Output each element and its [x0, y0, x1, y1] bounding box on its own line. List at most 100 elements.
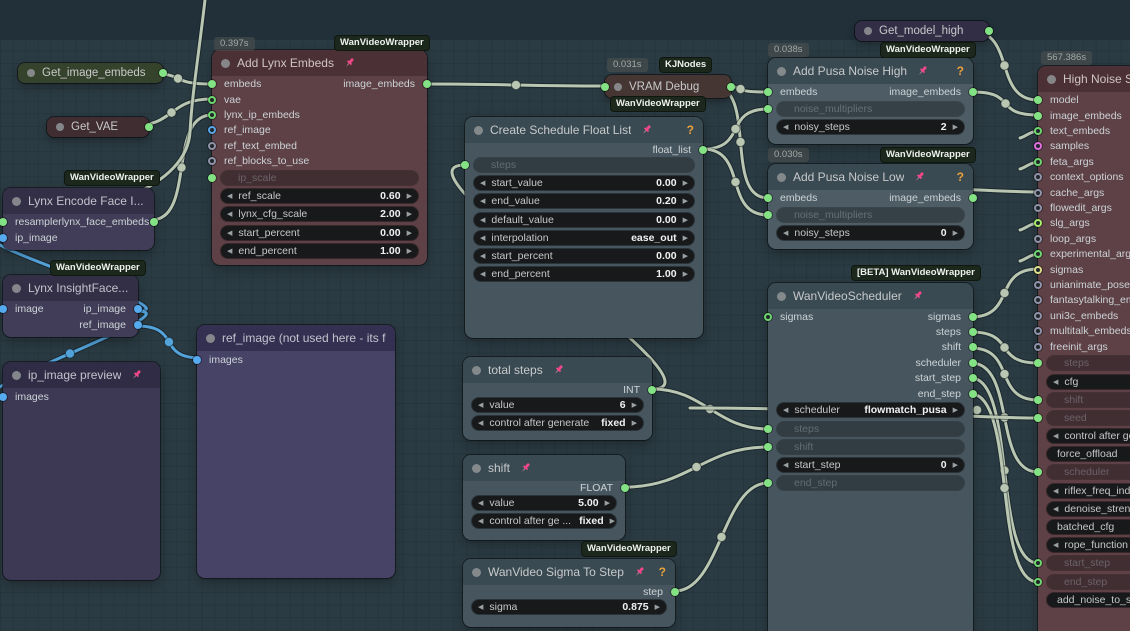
decrement-arrow-icon[interactable]: ◀ — [221, 210, 238, 218]
widget-end_step[interactable]: end_step — [777, 476, 964, 491]
output-port-start_step[interactable] — [969, 374, 977, 383]
link-midpoint-dot[interactable] — [999, 368, 1010, 380]
collapse-dot[interactable] — [777, 66, 786, 76]
node-header[interactable]: High Noise Sampler — [1038, 66, 1130, 92]
output-port-sigmas[interactable] — [969, 312, 977, 321]
collapse-dot[interactable] — [12, 283, 21, 293]
get-vae[interactable]: Get_VAE — [47, 117, 153, 137]
collapse-dot[interactable] — [1047, 74, 1056, 84]
collapse-dot[interactable] — [206, 333, 215, 343]
widget-seed[interactable]: seed — [1047, 410, 1130, 425]
widget-ip_scale[interactable]: ip_scale — [221, 171, 418, 186]
decrement-arrow-icon[interactable]: ◀ — [472, 499, 489, 507]
input-port-sigmas[interactable] — [764, 312, 772, 321]
collapse-dot[interactable] — [12, 370, 21, 380]
output-port[interactable] — [985, 27, 993, 35]
input-port-vae[interactable] — [208, 95, 216, 104]
widget-scheduler[interactable]: ◀ scheduler flowmatch_pusa ▶ — [777, 403, 964, 418]
input-port-shift[interactable] — [764, 442, 772, 451]
node-header[interactable]: total steps — [463, 357, 652, 383]
help-icon[interactable]: ? — [653, 565, 666, 579]
vram-debug[interactable]: VRAM Debug — [601, 75, 735, 98]
increment-arrow-icon[interactable]: ▶ — [626, 401, 643, 409]
decrement-arrow-icon[interactable]: ◀ — [1047, 541, 1064, 549]
decrement-arrow-icon[interactable]: ◀ — [221, 192, 238, 200]
link-midpoint-dot[interactable] — [716, 531, 727, 543]
link-midpoint-dot[interactable] — [735, 83, 746, 95]
widget-noise_multipliers[interactable]: noise_multipliers — [777, 208, 964, 223]
input-port-embeds[interactable] — [764, 88, 772, 96]
increment-arrow-icon[interactable]: ▶ — [677, 179, 694, 187]
input-port-end_step[interactable] — [1034, 577, 1042, 586]
input-port-feta_args[interactable] — [1034, 157, 1042, 166]
collapse-dot[interactable] — [614, 82, 622, 91]
high-noise-sampler[interactable]: High Noise Sampler model image_embeds text_… — [1034, 66, 1130, 631]
link-midpoint-dot[interactable] — [166, 107, 177, 118]
input-port-ip_scale[interactable] — [208, 174, 216, 183]
input-port-fantasytalking_embeds[interactable] — [1034, 296, 1042, 305]
wanvideo-sigma-to-step[interactable]: WanVideo Sigma To Step? step ◀ sigma 0.875 ▶ — [463, 559, 679, 627]
decrement-arrow-icon[interactable]: ◀ — [472, 517, 489, 525]
widget-value[interactable]: ◀ value 5.00 ▶ — [472, 496, 616, 511]
decrement-arrow-icon[interactable]: ◀ — [474, 234, 491, 242]
widget-start_step[interactable]: start_step — [1047, 556, 1130, 571]
input-port-embeds[interactable] — [764, 194, 772, 202]
help-icon[interactable]: ? — [951, 64, 964, 78]
input-port-scheduler[interactable] — [1034, 468, 1042, 477]
input-port-steps[interactable] — [461, 161, 469, 170]
increment-arrow-icon[interactable]: ▶ — [401, 192, 418, 200]
link-midpoint-dot[interactable] — [730, 176, 741, 188]
decrement-arrow-icon[interactable]: ◀ — [474, 216, 491, 224]
lynx-insightface[interactable]: Lynx InsightFace... image ip_image ref_imag… — [0, 275, 142, 337]
help-icon[interactable]: ? — [681, 123, 694, 137]
widget-ref_scale[interactable]: ◀ ref_scale 0.60 ▶ — [221, 189, 418, 204]
output-port-steps[interactable] — [969, 328, 977, 337]
input-port-image_embeds[interactable] — [1034, 111, 1042, 120]
input-port-lynx_ip_embeds[interactable] — [208, 111, 216, 120]
output-port-image_embeds[interactable] — [969, 88, 977, 96]
input-port-steps[interactable] — [1034, 359, 1042, 368]
collapse-dot[interactable] — [864, 27, 872, 35]
increment-arrow-icon[interactable]: ▶ — [947, 461, 964, 469]
increment-arrow-icon[interactable]: ▶ — [401, 229, 418, 237]
input-port-freeinit_args[interactable] — [1034, 342, 1042, 351]
input-port-seed[interactable] — [1034, 413, 1042, 422]
output-port-ip_image[interactable] — [134, 305, 142, 313]
input-port-text_embeds[interactable] — [1034, 127, 1042, 136]
widget-noise_multipliers[interactable]: noise_multipliers — [777, 102, 964, 117]
add-lynx-embeds[interactable]: Add Lynx Embeds embeds image_embeds vae lynx… — [208, 50, 431, 265]
increment-arrow-icon[interactable]: ▶ — [677, 234, 694, 242]
shift-node[interactable]: shift FLOAT ◀ value 5.00 ▶ ◀ control after ge .… — [463, 455, 629, 540]
input-port-experimental_args[interactable] — [1034, 250, 1042, 259]
input-port-steps[interactable] — [764, 424, 772, 433]
node-header[interactable]: WanVideoScheduler — [768, 283, 973, 309]
input-port-flowedit_args[interactable] — [1034, 204, 1042, 213]
node-header[interactable]: Lynx Encode Face I... — [3, 188, 154, 214]
ref-image-note[interactable]: ref_image (not used here - its for T2V).… — [193, 325, 395, 578]
widget-steps[interactable]: steps — [1047, 356, 1130, 371]
link-midpoint-dot[interactable] — [730, 123, 741, 135]
link-midpoint-dot[interactable] — [735, 136, 746, 148]
input-port-context_options[interactable] — [1034, 173, 1042, 182]
output-port-float_list[interactable] — [699, 145, 707, 154]
link-midpoint-dot[interactable] — [999, 342, 1010, 353]
input-port-sigmas[interactable] — [1034, 265, 1042, 274]
increment-arrow-icon[interactable]: ▶ — [401, 247, 418, 255]
widget-start_step[interactable]: ◀ start_step 0 ▶ — [777, 458, 964, 472]
collapse-dot[interactable] — [27, 69, 35, 77]
widget-control after ge ...[interactable]: ◀ control after ge ... fixed ▶ — [472, 514, 616, 529]
collapse-dot[interactable] — [221, 58, 230, 68]
increment-arrow-icon[interactable]: ▶ — [677, 197, 694, 205]
decrement-arrow-icon[interactable]: ◀ — [474, 197, 491, 205]
collapse-dot[interactable] — [12, 196, 21, 206]
collapse-dot[interactable] — [777, 172, 786, 182]
link-midpoint-dot[interactable] — [64, 348, 76, 359]
widget-steps[interactable]: steps — [474, 158, 694, 173]
lynx-encode-face[interactable]: Lynx Encode Face I... resampler lynx_face_… — [0, 188, 158, 250]
input-port-ref_image[interactable] — [208, 126, 216, 135]
widget-force_offload[interactable]: force_offload — [1047, 447, 1130, 462]
input-port-embeds[interactable] — [208, 80, 216, 88]
widget-start_percent[interactable]: ◀ start_percent 0.00 ▶ — [221, 225, 418, 240]
increment-arrow-icon[interactable]: ▶ — [649, 603, 666, 611]
widget-start_percent[interactable]: ◀ start_percent 0.00 ▶ — [474, 249, 694, 264]
